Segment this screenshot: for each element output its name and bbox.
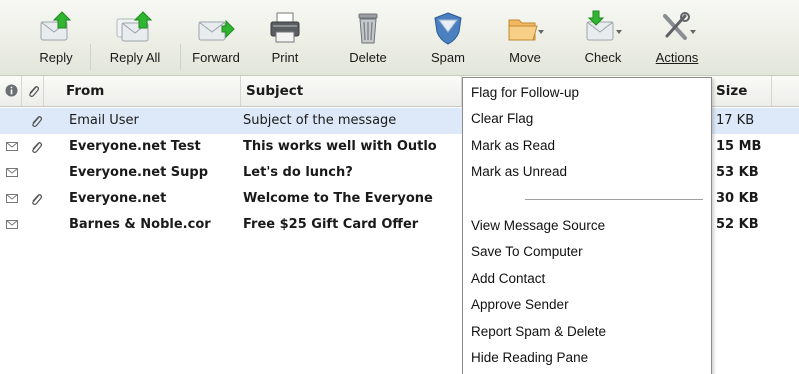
printer-icon bbox=[270, 12, 300, 43]
actions-label: Actions bbox=[655, 50, 699, 65]
paperclip-icon bbox=[32, 194, 43, 205]
reply-all-button[interactable]: Reply All bbox=[96, 0, 174, 75]
trash-icon bbox=[358, 13, 378, 44]
paperclip-icon bbox=[32, 116, 43, 127]
message-from: Everyone.net Test bbox=[69, 139, 201, 154]
column-status[interactable] bbox=[0, 76, 22, 106]
spam-button[interactable]: Spam bbox=[420, 0, 476, 75]
forward-icon bbox=[198, 19, 235, 41]
menu-item-hide-reading-pane[interactable]: Hide Reading Pane bbox=[463, 345, 711, 371]
spam-label: Spam bbox=[431, 50, 465, 65]
message-subject: Let's do lunch? bbox=[243, 165, 353, 180]
message-subject: Subject of the message bbox=[243, 113, 397, 128]
message-size: 15 MB bbox=[716, 139, 762, 154]
menu-item-save-computer[interactable]: Save To Computer bbox=[463, 239, 711, 265]
reply-button[interactable]: Reply bbox=[26, 0, 86, 75]
column-from[interactable]: From bbox=[44, 76, 241, 106]
paperclip-icon bbox=[32, 142, 43, 153]
menu-item-clear-flag[interactable]: Clear Flag bbox=[463, 106, 711, 132]
message-size: 30 KB bbox=[716, 191, 759, 206]
actions-button[interactable]: Actions bbox=[646, 0, 708, 75]
reply-label: Reply bbox=[39, 50, 73, 65]
forward-button[interactable]: Forward bbox=[182, 0, 250, 75]
toolbar-divider bbox=[180, 44, 181, 70]
check-label: Check bbox=[584, 50, 622, 65]
message-subject: Welcome to The Everyone bbox=[243, 191, 433, 206]
toolbar-divider bbox=[90, 44, 91, 70]
envelope-icon bbox=[6, 220, 18, 229]
menu-item-view-source[interactable]: View Message Source bbox=[463, 213, 711, 239]
paperclip-icon bbox=[29, 86, 40, 97]
column-size[interactable]: Size bbox=[710, 76, 772, 106]
envelope-icon bbox=[6, 168, 18, 177]
folder-move-icon bbox=[508, 19, 544, 41]
check-mail-icon bbox=[586, 10, 622, 41]
envelope-icon bbox=[6, 142, 18, 151]
move-label: Move bbox=[509, 50, 541, 65]
message-size: 52 KB bbox=[716, 217, 759, 232]
spam-shield-icon bbox=[434, 12, 462, 45]
menu-item-approve-sender[interactable]: Approve Sender bbox=[463, 292, 711, 318]
message-from: Email User bbox=[69, 113, 139, 128]
column-subject[interactable]: Subject bbox=[241, 76, 462, 106]
message-subject: This works well with Outlo bbox=[243, 139, 437, 154]
print-label: Print bbox=[271, 50, 299, 65]
column-attachment[interactable] bbox=[22, 76, 44, 106]
tools-icon bbox=[663, 12, 696, 40]
info-icon bbox=[5, 84, 18, 97]
message-from: Everyone.net bbox=[69, 191, 167, 206]
reply-icon bbox=[40, 11, 72, 41]
message-size: 53 KB bbox=[716, 165, 759, 180]
delete-button[interactable]: Delete bbox=[340, 0, 396, 75]
message-size: 17 KB bbox=[716, 113, 755, 128]
check-button[interactable]: Check bbox=[570, 0, 636, 75]
delete-label: Delete bbox=[349, 50, 387, 65]
message-from: Everyone.net Supp bbox=[69, 165, 209, 180]
menu-item-mark-read[interactable]: Mark as Read bbox=[463, 133, 711, 159]
envelope-icon bbox=[6, 194, 18, 203]
menu-item-report-spam-delete[interactable]: Report Spam & Delete bbox=[463, 319, 711, 345]
menu-item-mark-unread[interactable]: Mark as Unread bbox=[463, 159, 711, 185]
menu-item-flag-follow-up[interactable]: Flag for Follow-up bbox=[463, 80, 711, 106]
reply-all-label: Reply All bbox=[109, 50, 161, 65]
print-button[interactable]: Print bbox=[260, 0, 310, 75]
message-from: Barnes & Noble.cor bbox=[69, 217, 211, 232]
reply-all-icon bbox=[116, 11, 153, 42]
move-button[interactable]: Move bbox=[496, 0, 554, 75]
toolbar: Reply Reply All Forward Print Delete Spa… bbox=[0, 0, 799, 76]
menu-separator bbox=[525, 199, 703, 201]
menu-item-add-contact[interactable]: Add Contact bbox=[463, 266, 711, 292]
message-subject: Free $25 Gift Card Offer bbox=[243, 217, 419, 232]
actions-menu: Flag for Follow-up Clear Flag Mark as Re… bbox=[462, 77, 712, 374]
forward-label: Forward bbox=[192, 50, 240, 65]
